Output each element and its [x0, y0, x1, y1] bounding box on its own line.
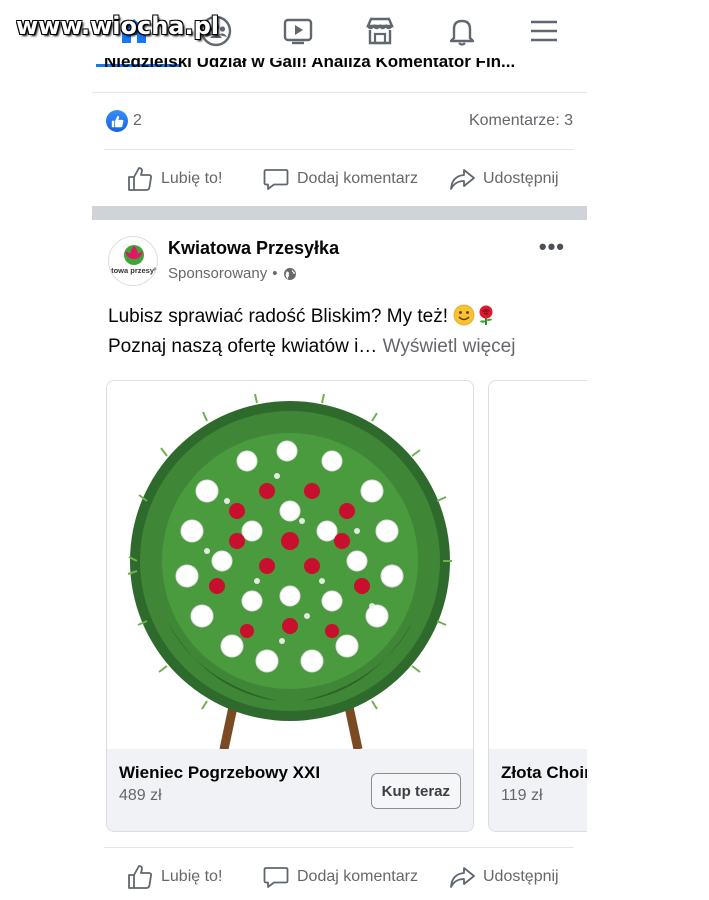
page-name[interactable]: Kwiatowa Przesyłka [168, 238, 339, 259]
like-button[interactable]: Lubię to! [126, 159, 222, 199]
like-label: Lubię to! [161, 868, 223, 885]
product-card[interactable]: Złota Choinka 119 zł [488, 380, 587, 832]
share-button[interactable]: Udostępnij [448, 159, 559, 199]
kwiatowa-logo-icon: kwiatowa przesylka.pl [109, 245, 158, 275]
bell-icon [449, 19, 475, 46]
like-label: Lubię to! [161, 170, 223, 187]
share-icon [450, 867, 475, 888]
product-carousel[interactable]: Wieniec Pogrzebowy XXI 489 zł Kup teraz … [92, 380, 587, 832]
post-actions: Lubię to! Dodaj komentarz Udostępnij [92, 159, 587, 199]
nav-marketplace[interactable] [356, 14, 404, 60]
like-count[interactable]: 2 [133, 112, 142, 130]
reactions-bar: 2 Komentarze: 3 [106, 108, 573, 136]
nav-watch[interactable] [274, 14, 322, 60]
previous-post-title[interactable]: Niedzielski Udział w Gali! Analiza Komen… [104, 58, 574, 80]
marketplace-icon [366, 17, 394, 45]
comment-button[interactable]: Dodaj komentarz [262, 857, 418, 897]
comment-label: Dodaj komentarz [297, 868, 418, 885]
more-options-icon[interactable]: ••• [539, 234, 565, 260]
sponsored-label: Sponsorowany • [168, 265, 297, 282]
globe-icon [283, 267, 296, 280]
smiley-emoji-icon [453, 304, 475, 334]
product-footer: Złota Choinka 119 zł [489, 749, 587, 831]
divider [104, 847, 574, 848]
like-button[interactable]: Lubię to! [126, 857, 222, 897]
product-image[interactable] [489, 381, 587, 749]
share-icon [450, 169, 475, 190]
thumbs-up-icon [128, 167, 152, 191]
share-label: Udostępnij [483, 170, 559, 187]
post-header: kwiatowa przesylka.pl Kwiatowa Przesyłka… [92, 232, 587, 288]
buy-now-button[interactable]: Kup teraz [370, 773, 461, 809]
comment-count[interactable]: Komentarze: 3 [469, 112, 573, 130]
like-reaction-icon[interactable] [106, 110, 128, 132]
nav-notifications[interactable] [438, 14, 486, 60]
product-footer: Wieniec Pogrzebowy XXI 489 zł Kup teraz [107, 749, 473, 831]
product-price: 119 zł [501, 787, 543, 804]
share-label: Udostępnij [483, 868, 559, 885]
divider [92, 92, 587, 93]
comment-icon [263, 867, 289, 888]
rose-emoji-icon [475, 304, 497, 334]
comment-label: Dodaj komentarz [297, 170, 418, 187]
nav-menu[interactable] [520, 14, 568, 60]
watch-icon [283, 18, 313, 45]
post-actions: Lubię to! Dodaj komentarz Udostępnij [92, 857, 587, 897]
share-button[interactable]: Udostępnij [448, 857, 559, 897]
feed-separator [92, 206, 587, 220]
post-text: Lubisz sprawiać radość Bliskim? My też! … [108, 304, 516, 357]
divider [104, 149, 574, 150]
thumbs-up-icon [128, 865, 152, 889]
product-title[interactable]: Wieniec Pogrzebowy XXI [119, 763, 320, 783]
watermark: www.wiocha.pl [16, 12, 220, 40]
see-more-link[interactable]: Wyświetl więcej [383, 336, 516, 357]
comment-icon [263, 169, 289, 190]
comment-button[interactable]: Dodaj komentarz [262, 159, 418, 199]
product-title[interactable]: Złota Choinka [501, 763, 587, 783]
svg-text:kwiatowa przesylka.pl: kwiatowa przesylka.pl [109, 266, 158, 275]
product-price: 489 zł [119, 787, 162, 804]
page-avatar[interactable]: kwiatowa przesylka.pl [108, 236, 158, 286]
facebook-feed: Niedzielski Udział w Gali! Analiza Komen… [92, 0, 587, 900]
product-image-wreath[interactable] [107, 381, 473, 751]
product-card[interactable]: Wieniec Pogrzebowy XXI 489 zł Kup teraz [106, 380, 474, 832]
menu-icon [531, 20, 557, 42]
